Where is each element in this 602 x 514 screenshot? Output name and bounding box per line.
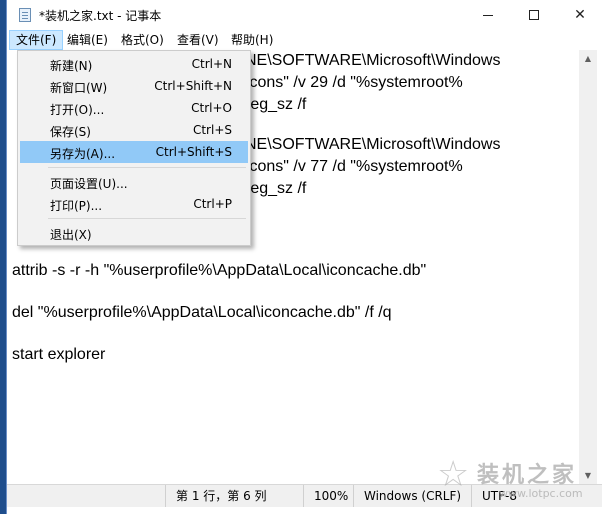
menu-item-label: 保存(S) xyxy=(50,125,91,139)
title-bar[interactable]: *装机之家.txt - 记事本 ✕ xyxy=(7,0,602,30)
menu-item-label: 新窗口(W) xyxy=(50,81,108,95)
minimize-icon xyxy=(483,14,493,16)
text-line: attrib -s -r -h "%userprofile%\AppData\L… xyxy=(12,262,427,279)
watermark-url: www.lotpc.com xyxy=(499,487,583,500)
menu-format[interactable]: 格式(O) xyxy=(115,30,170,50)
menu-item-shortcut: Ctrl+S xyxy=(192,123,232,137)
menu-separator xyxy=(48,167,246,168)
menu-bar: 文件(F) 编辑(E) 格式(O) 查看(V) 帮助(H) xyxy=(7,30,602,50)
menu-item-save[interactable]: 保存(S) Ctrl+S xyxy=(20,119,248,141)
menu-item-new[interactable]: 新建(N) Ctrl+N xyxy=(20,53,248,75)
text-line: reg_sz /f xyxy=(245,96,307,113)
menu-item-label: 退出(X) xyxy=(50,228,92,242)
menu-help[interactable]: 帮助(H) xyxy=(225,30,279,50)
menu-item-label: 打印(P)... xyxy=(50,199,103,213)
watermark-logo: ☆ 装机之家 www.lotpc.com xyxy=(437,455,602,505)
star-icon: ☆ xyxy=(437,454,470,495)
notepad-window: *装机之家.txt - 记事本 ✕ 文件(F) 编辑(E) 格式(O) 查看(V… xyxy=(6,0,602,514)
menu-item-exit[interactable]: 退出(X) xyxy=(20,222,248,244)
menu-item-label: 打开(O)... xyxy=(50,103,105,117)
menu-item-shortcut: Ctrl+N xyxy=(191,57,232,71)
menu-view[interactable]: 查看(V) xyxy=(171,30,225,50)
text-line: reg_sz /f xyxy=(245,180,307,197)
menu-item-label: 页面设置(U)... xyxy=(50,177,128,191)
menu-separator xyxy=(48,218,246,219)
menu-item-print[interactable]: 打印(P)... Ctrl+P xyxy=(20,193,248,215)
maximize-button[interactable] xyxy=(511,0,557,30)
file-menu-dropdown: 新建(N) Ctrl+N 新窗口(W) Ctrl+Shift+N 打开(O)..… xyxy=(17,50,251,246)
text-line: Icons" /v 77 /d "%systemroot% xyxy=(245,158,463,175)
minimize-button[interactable] xyxy=(465,0,511,30)
menu-item-label: 另存为(A)... xyxy=(50,147,116,161)
text-line: Icons" /v 29 /d "%systemroot% xyxy=(245,74,463,91)
menu-file[interactable]: 文件(F) xyxy=(9,30,64,50)
menu-item-shortcut: Ctrl+O xyxy=(191,101,232,115)
maximize-icon xyxy=(529,10,539,20)
menu-item-label: 新建(N) xyxy=(50,59,93,73)
text-line: start explorer xyxy=(12,346,106,363)
status-zoom: 100% xyxy=(303,485,352,507)
close-button[interactable]: ✕ xyxy=(557,0,602,30)
status-cursor-position: 第 1 行，第 6 列 xyxy=(165,485,304,507)
menu-edit[interactable]: 编辑(E) xyxy=(61,30,114,50)
text-line: del "%userprofile%\AppData\Local\iconcac… xyxy=(12,304,392,321)
close-icon: ✕ xyxy=(574,7,586,23)
menu-item-new-window[interactable]: 新窗口(W) Ctrl+Shift+N xyxy=(20,75,248,97)
scroll-up-icon[interactable]: ▲ xyxy=(579,50,597,67)
vertical-scrollbar[interactable]: ▲ ▼ xyxy=(579,50,597,484)
notepad-icon xyxy=(19,8,31,22)
menu-item-shortcut: Ctrl+P xyxy=(193,197,232,211)
menu-item-save-as[interactable]: 另存为(A)... Ctrl+Shift+S xyxy=(20,141,248,163)
menu-item-page-setup[interactable]: 页面设置(U)... xyxy=(20,171,248,193)
watermark-text: 装机之家 xyxy=(477,463,578,488)
text-line: NE\SOFTWARE\Microsoft\Windows xyxy=(245,136,501,153)
text-line: NE\SOFTWARE\Microsoft\Windows xyxy=(245,52,501,69)
menu-item-shortcut: Ctrl+Shift+S xyxy=(155,145,232,159)
menu-item-open[interactable]: 打开(O)... Ctrl+O xyxy=(20,97,248,119)
menu-item-shortcut: Ctrl+Shift+N xyxy=(154,79,232,93)
window-title: *装机之家.txt - 记事本 xyxy=(39,9,162,23)
